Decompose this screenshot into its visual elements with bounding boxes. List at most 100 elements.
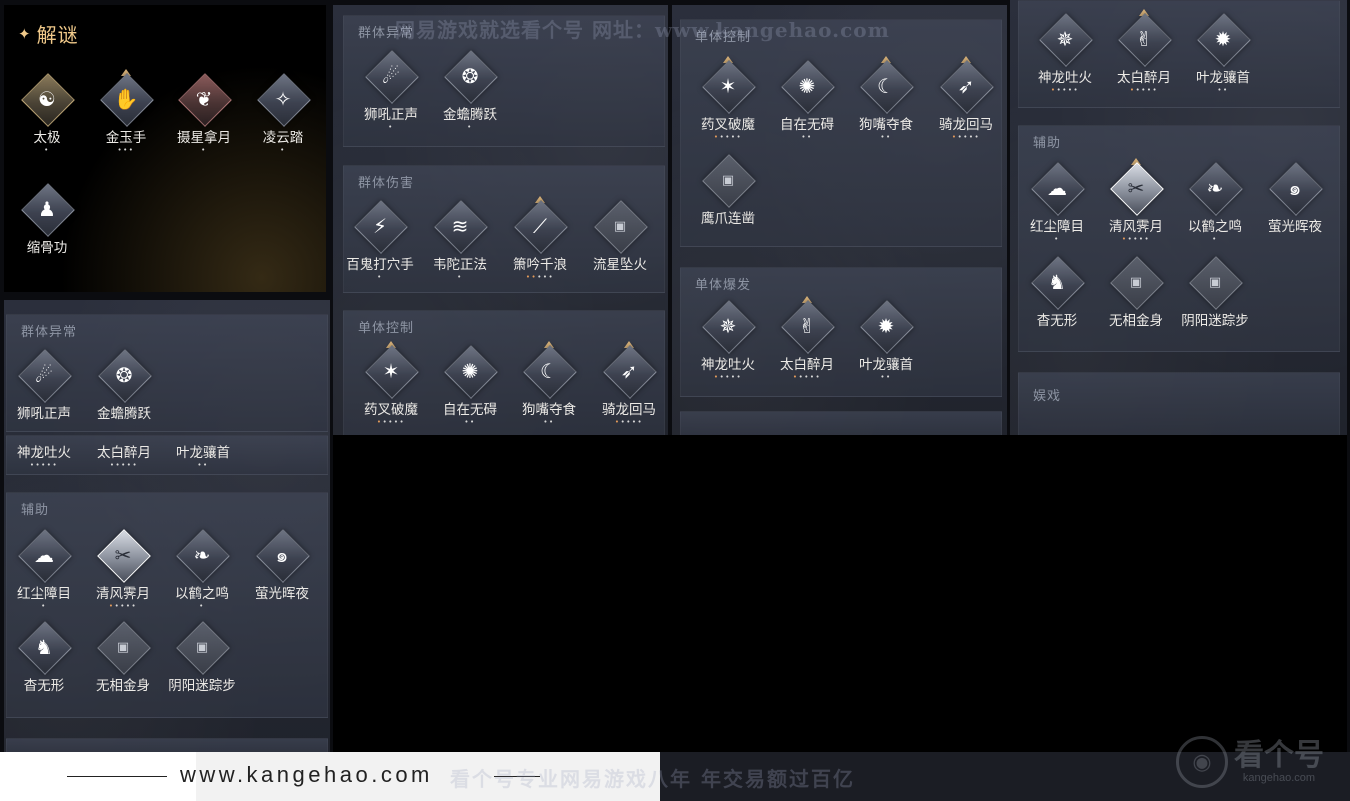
skill-lingyun[interactable]: ✧ 凌云踏 •	[244, 73, 322, 154]
skill-yinyang-2[interactable]: ▣ 阴阳迷踪步	[163, 621, 241, 694]
spin-icon: ✺	[798, 74, 816, 98]
tile-group-skills: 群体异常 ☄ 狮吼正声 • ❂ 金蟾腾跃 • 群体伤害 ⚡ 百鬼打穴手 • ≋ …	[333, 5, 668, 435]
skill-yingguang-2[interactable]: ๑ 萤光晖夜	[243, 529, 321, 602]
crescent-icon: ☾	[540, 359, 558, 383]
divider-left	[67, 776, 167, 777]
skill-hongchen[interactable]: ☁ 红尘障目 •	[1018, 162, 1096, 243]
skill-yelong[interactable]: ✹ 叶龙骧首 ••	[847, 300, 925, 381]
skill-yaowu[interactable]: ♞ 杳无形	[1018, 256, 1096, 329]
dust-icon: ☁	[34, 543, 54, 567]
skill-jinchan-2[interactable]: ❂ 金蟾腾跃	[85, 349, 163, 422]
stealth-icon: ♞	[35, 635, 53, 659]
panel-support: 辅助 ☁ 红尘障目 • ✂ 清风霁月 ••••• ❧ 以鹤之鸣 • ๑ 萤光晖夜…	[1018, 125, 1340, 352]
skill-goushi-2[interactable]: ☾ 狗嘴夺食 ••	[847, 56, 925, 141]
leap-icon: ❂	[115, 363, 133, 387]
panel-burst-strip: 神龙吐火 ••••• 太白醉月 ••••• 叶龙骧首 ••	[6, 435, 328, 475]
skill-yingzhua[interactable]: ▣ 鹰爪连凿	[689, 154, 767, 227]
site-url[interactable]: www.kangehao.com	[180, 762, 433, 788]
skill-yelong-3[interactable]: ✹ 叶龙骧首 ••	[1184, 13, 1262, 94]
skill-qingfeng-2[interactable]: ✂ 清风霁月 •••••	[84, 529, 162, 610]
leap-icon: ❂	[461, 64, 479, 88]
wind-icon: ✂	[114, 543, 132, 567]
skill-shenlong[interactable]: ✵ 神龙吐火 •••••	[689, 300, 767, 381]
lock-icon: ▣	[195, 639, 209, 655]
skill-yelong-strip[interactable]: 叶龙骧首 ••	[164, 441, 242, 469]
dust-icon: ☁	[1047, 176, 1067, 200]
stealth-icon: ♞	[1048, 270, 1066, 294]
crane-icon: ❧	[193, 543, 211, 567]
palm-icon: ✋	[113, 87, 139, 111]
skill-yaocha-2[interactable]: ✶ 药叉破魔 •••••	[689, 56, 767, 141]
lock-icon: ▣	[613, 218, 627, 234]
skill-qilong[interactable]: ➶ 骑龙回马 •••••	[590, 341, 668, 426]
panel-group-abnormal-2: 群体异常 ☄ 狮吼正声 ❂ 金蟾腾跃	[6, 314, 328, 432]
panel-group-damage: 群体伤害 ⚡ 百鬼打穴手 • ≋ 韦陀正法 • ⟋ 箫吟千浪 ••••• ▣ 流…	[343, 165, 665, 293]
drunk-icon: ✌	[1135, 27, 1153, 51]
puzzle-title-row: ✦ 解谜	[18, 19, 79, 48]
panel-play: 娱戏	[1018, 372, 1340, 435]
eye-icon: ◉	[1176, 736, 1228, 788]
skill-hongchen-2[interactable]: ☁ 红尘障目 •	[5, 529, 83, 610]
demon-icon: ✶	[719, 74, 737, 98]
panel-partial-bottom	[6, 738, 328, 752]
skill-jinyushou[interactable]: ✋ 金玉手 •••	[87, 69, 165, 154]
fighter-icon: ✹	[1214, 27, 1232, 51]
skill-shenlong-3[interactable]: ✵ 神龙吐火 •••••	[1026, 13, 1104, 94]
skill-yihe-2[interactable]: ❧ 以鹤之鸣 •	[163, 529, 241, 610]
skill-yaowu-2[interactable]: ♞ 杳无形	[5, 621, 83, 694]
spin-icon: ✺	[461, 359, 479, 383]
roar-icon: ☄	[35, 363, 53, 387]
skill-shexing[interactable]: ❦ 摄星拿月 •	[165, 73, 243, 154]
skill-taiji[interactable]: ☯ 太极 •	[8, 73, 86, 154]
skill-suogu[interactable]: ♟ 缩骨功	[8, 183, 86, 256]
skill-shihou[interactable]: ☄ 狮吼正声 •	[352, 50, 430, 131]
skill-baigui[interactable]: ⚡ 百鬼打穴手 •	[341, 200, 419, 281]
puzzle-panel: ✦ 解谜 ☯ 太极 • ✋ 金玉手 ••• ❦ 摄星拿月 • ✧ 凌云踏 • ♟…	[4, 5, 326, 292]
skill-yihe[interactable]: ❧ 以鹤之鸣 •	[1176, 162, 1254, 243]
roar-icon: ☄	[382, 64, 400, 88]
skill-yaocha[interactable]: ✶ 药叉破魔 •••••	[352, 341, 430, 426]
skill-qilong-2[interactable]: ➶ 骑龙回马 •••••	[927, 56, 1005, 141]
skill-wuxiang-2[interactable]: ▣ 无相金身	[84, 621, 162, 694]
tile-left-column: 群体异常 ☄ 狮吼正声 ❂ 金蟾腾跃 神龙吐火 ••••• 太白醉月 •••••…	[4, 300, 330, 752]
drunk-icon: ✌	[798, 314, 816, 338]
tile-support-skills: ✵ 神龙吐火 ••••• ✌ 太白醉月 ••••• ✹ 叶龙骧首 •• 辅助 ☁…	[1010, 0, 1347, 435]
skill-shihou-2[interactable]: ☄ 狮吼正声	[5, 349, 83, 422]
skill-shenlong-strip[interactable]: 神龙吐火 •••••	[5, 441, 83, 469]
crescent-icon: ☾	[877, 74, 895, 98]
skill-liuxing[interactable]: ▣ 流星坠火	[581, 200, 659, 273]
taiji-icon: ☯	[38, 87, 56, 111]
skill-taibai-3[interactable]: ✌ 太白醉月 •••••	[1105, 9, 1183, 94]
lock-icon: ▣	[1129, 274, 1143, 290]
brand-logo: ◉ 看个号 kangehao.com	[1176, 736, 1324, 788]
skill-goushi[interactable]: ☾ 狗嘴夺食 ••	[510, 341, 588, 426]
skill-yinyang[interactable]: ▣ 阴阳迷踪步	[1176, 256, 1254, 329]
skill-taibai[interactable]: ✌ 太白醉月 •••••	[768, 296, 846, 381]
skill-taibai-strip[interactable]: 太白醉月 •••••	[85, 441, 163, 469]
skill-zizai[interactable]: ✺ 自在无碍 ••	[431, 345, 509, 426]
panel-partial	[680, 411, 1002, 435]
tile-single-skills: 单体控制 ✶ 药叉破魔 ••••• ✺ 自在无碍 •• ☾ 狗嘴夺食 •• ➶ …	[672, 5, 1007, 435]
empty-black-area	[333, 435, 1347, 755]
skill-weituo[interactable]: ≋ 韦陀正法 •	[421, 200, 499, 281]
skill-xiaoyin[interactable]: ⟋ 箫吟千浪 •••••	[501, 196, 579, 281]
panel-single-control: 单体控制 ✶ 药叉破魔 ••••• ✺ 自在无碍 •• ☾ 狗嘴夺食 •• ➶ …	[343, 310, 665, 435]
skill-yingguang[interactable]: ๑ 萤光晖夜	[1256, 162, 1334, 235]
kick-icon: ✧	[274, 87, 292, 111]
fighter-icon: ✹	[877, 314, 895, 338]
skill-wuxiang[interactable]: ▣ 无相金身	[1097, 256, 1175, 329]
lock-icon: ▣	[721, 172, 735, 188]
sparkle-icon: ✦	[18, 24, 31, 43]
wave-icon: ≋	[451, 214, 469, 238]
swirl-icon: ๑	[1288, 176, 1302, 200]
dragon-icon: ✵	[719, 314, 737, 338]
panel-support-2: 辅助 ☁ 红尘障目 • ✂ 清风霁月 ••••• ❧ 以鹤之鸣 • ๑ 萤光晖夜…	[6, 492, 328, 718]
lock-icon: ▣	[1208, 274, 1222, 290]
skill-qingfeng[interactable]: ✂ 清风霁月 •••••	[1097, 158, 1175, 243]
skill-zizai-2[interactable]: ✺ 自在无碍 ••	[768, 60, 846, 141]
skill-jinchan[interactable]: ❂ 金蟾腾跃 •	[431, 50, 509, 131]
lock-icon: ▣	[116, 639, 130, 655]
logo-text: 看个号	[1234, 738, 1324, 773]
puzzle-title: 解谜	[36, 23, 79, 47]
spear-icon: ➶	[620, 359, 638, 383]
